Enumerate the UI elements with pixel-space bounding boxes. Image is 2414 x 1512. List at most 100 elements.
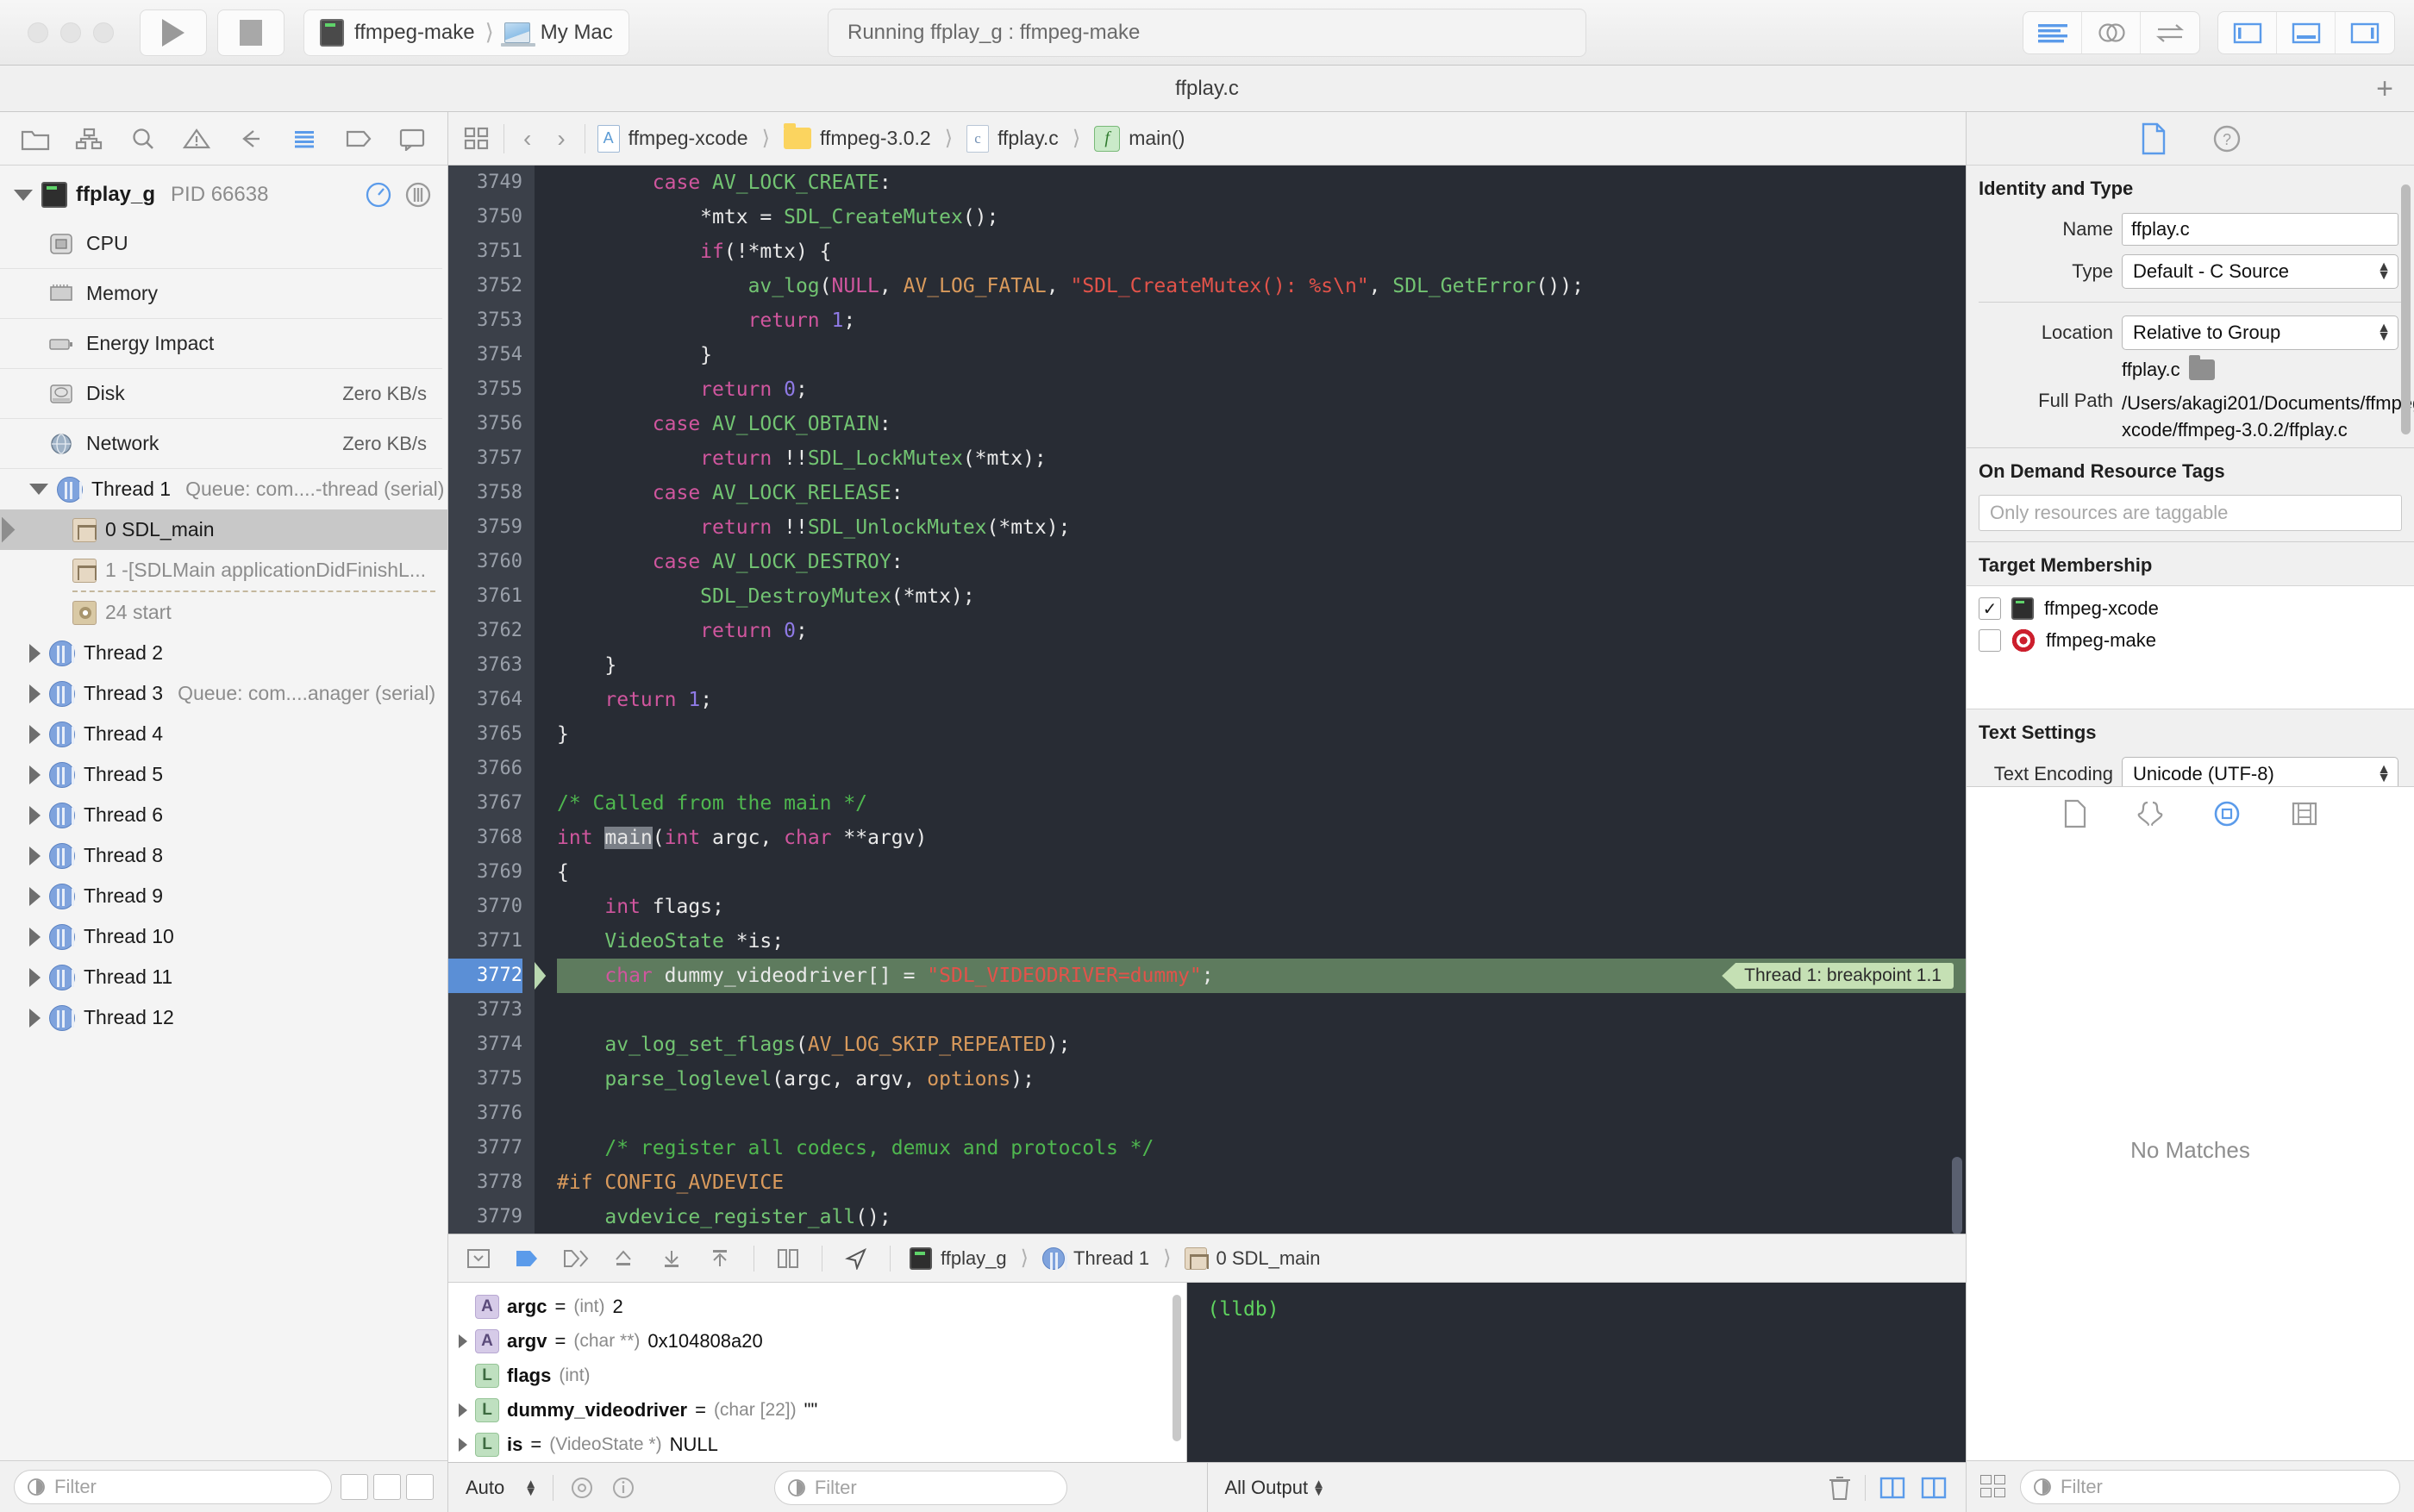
line-number[interactable]: 3770: [448, 890, 522, 924]
disclosure-right-icon[interactable]: [29, 644, 41, 663]
thread-row[interactable]: Thread 9: [0, 876, 447, 916]
variable-scope-selector[interactable]: Auto: [466, 1477, 504, 1499]
trash-icon[interactable]: [1827, 1474, 1853, 1502]
process-row[interactable]: ffplay_g PID 66638: [0, 171, 447, 219]
thread-row[interactable]: Thread 4: [0, 714, 447, 754]
test-navigator-tab[interactable]: [228, 120, 274, 158]
show-console-pane-icon[interactable]: [1919, 1476, 1948, 1500]
variables-view[interactable]: Aargc=(int)2Aargv=(char **)0x104808a20Lf…: [448, 1283, 1187, 1462]
breadcrumb-group[interactable]: ffmpeg-3.0.2: [820, 127, 931, 150]
scheme-selector[interactable]: ffmpeg-make ⟩ My Mac: [303, 9, 629, 56]
related-items-icon[interactable]: [462, 125, 491, 153]
code-line[interactable]: #if CONFIG_AVDEVICE: [557, 1165, 1966, 1200]
code-line[interactable]: parse_loglevel(argc, argv, options);: [557, 1062, 1966, 1097]
step-into-button[interactable]: [609, 1246, 638, 1271]
thread-row[interactable]: Thread 10: [0, 916, 447, 957]
code-line[interactable]: *mtx = SDL_CreateMutex();: [557, 200, 1966, 234]
version-editor-button[interactable]: [2141, 12, 2199, 53]
choose-folder-icon[interactable]: [2189, 359, 2215, 380]
scope-stepper-icon[interactable]: ▲▼: [524, 1480, 537, 1496]
line-number[interactable]: 3760: [448, 545, 522, 579]
code-line[interactable]: if(!*mtx) {: [557, 234, 1966, 269]
gauge-row-memory[interactable]: Memory: [0, 269, 442, 319]
breadcrumb-project[interactable]: ffmpeg-xcode: [629, 127, 748, 150]
watch-eye-icon[interactable]: [569, 1475, 595, 1501]
thread-row[interactable]: Thread 1 Queue: com....-thread (serial): [0, 469, 447, 509]
inspector-scrollbar[interactable]: [2401, 184, 2411, 434]
library-grid-view-button[interactable]: [1980, 1475, 2008, 1499]
stop-button[interactable]: [217, 9, 285, 56]
line-number[interactable]: 3779: [448, 1200, 522, 1234]
code-line[interactable]: return 0;: [557, 372, 1966, 407]
output-stepper-icon[interactable]: ▲▼: [1312, 1480, 1325, 1496]
code-line[interactable]: }: [557, 648, 1966, 683]
line-number[interactable]: 3751: [448, 234, 522, 269]
line-number[interactable]: 3754: [448, 338, 522, 372]
code-snippet-library-icon[interactable]: [2136, 799, 2164, 828]
info-icon[interactable]: [610, 1475, 636, 1501]
toggle-debug-area-button[interactable]: [2277, 12, 2336, 53]
toggle-inspector-button[interactable]: [2336, 12, 2394, 53]
code-line[interactable]: avdevice_register_all();: [557, 1200, 1966, 1234]
disclosure-right-icon[interactable]: [29, 847, 41, 865]
line-number[interactable]: 3752: [448, 269, 522, 303]
assistant-editor-button[interactable]: [2082, 12, 2141, 53]
thread-view-icon[interactable]: [404, 181, 432, 209]
step-out-button[interactable]: [657, 1246, 686, 1271]
variable-row[interactable]: Lflags(int): [448, 1359, 1186, 1393]
code-line[interactable]: VideoState *is;: [557, 924, 1966, 959]
code-line[interactable]: case AV_LOCK_OBTAIN:: [557, 407, 1966, 441]
go-back-button[interactable]: ‹: [516, 125, 538, 153]
step-up-button[interactable]: [705, 1246, 735, 1271]
zoom-button[interactable]: [93, 22, 114, 43]
line-number[interactable]: 3776: [448, 1097, 522, 1131]
hide-debug-area-button[interactable]: [464, 1246, 493, 1271]
standard-editor-button[interactable]: [2023, 12, 2082, 53]
step-over-button[interactable]: [560, 1246, 590, 1271]
gauge-row-network[interactable]: Network Zero KB/s: [0, 419, 442, 469]
code-line[interactable]: int main(int argc, char **argv): [557, 821, 1966, 855]
object-library-icon[interactable]: [2212, 799, 2242, 828]
code-line[interactable]: [557, 1097, 1966, 1131]
thread-row[interactable]: Thread 8: [0, 835, 447, 876]
code-line[interactable]: av_log(NULL, AV_LOG_FATAL, "SDL_CreateMu…: [557, 269, 1966, 303]
location-select[interactable]: Relative to Group ▲▼: [2122, 316, 2398, 350]
code-line[interactable]: int flags;: [557, 890, 1966, 924]
disclosure-down-icon[interactable]: [29, 484, 48, 495]
text-encoding-select[interactable]: Unicode (UTF-8) ▲▼: [2122, 757, 2398, 786]
project-navigator-tab[interactable]: [12, 120, 59, 158]
line-number[interactable]: 3777: [448, 1131, 522, 1165]
code-line[interactable]: [557, 752, 1966, 786]
code-line[interactable]: char dummy_videodriver[] = "SDL_VIDEODRI…: [557, 959, 1966, 993]
type-select[interactable]: Default - C Source ▲▼: [2122, 254, 2398, 289]
filter-by-crash-button[interactable]: [341, 1474, 368, 1500]
breadcrumb-symbol[interactable]: main(): [1129, 127, 1185, 150]
line-number[interactable]: 3757: [448, 441, 522, 476]
code-line[interactable]: /* register all codecs, demux and protoc…: [557, 1131, 1966, 1165]
code-line[interactable]: return !!SDL_LockMutex(*mtx);: [557, 441, 1966, 476]
console-view[interactable]: (lldb): [1187, 1283, 1967, 1462]
continue-button[interactable]: [512, 1246, 541, 1271]
disclosure-right-icon[interactable]: [29, 806, 41, 825]
line-number[interactable]: 3762: [448, 614, 522, 648]
code-line[interactable]: return 1;: [557, 683, 1966, 717]
code-line[interactable]: }: [557, 338, 1966, 372]
target-checkbox-unchecked[interactable]: [1979, 629, 2001, 652]
line-number[interactable]: 3775: [448, 1062, 522, 1097]
line-number[interactable]: 3772: [448, 959, 522, 993]
thread-row[interactable]: Thread 5: [0, 754, 447, 795]
name-input[interactable]: ffplay.c: [2122, 213, 2398, 246]
thread-row[interactable]: Thread 6: [0, 795, 447, 835]
disclosure-right-icon[interactable]: [29, 887, 41, 906]
close-button[interactable]: [28, 22, 48, 43]
code-line[interactable]: case AV_LOCK_DESTROY:: [557, 545, 1966, 579]
debug-crumb-thread[interactable]: Thread 1: [1073, 1247, 1149, 1270]
code-line[interactable]: return 0;: [557, 614, 1966, 648]
variable-row[interactable]: Ldummy_videodriver=(char [22])"": [448, 1393, 1186, 1428]
code-line[interactable]: {: [557, 855, 1966, 890]
navigator-filter-input[interactable]: Filter: [14, 1470, 332, 1504]
line-number[interactable]: 3759: [448, 510, 522, 545]
line-number[interactable]: 3769: [448, 855, 522, 890]
code-line[interactable]: /* Called from the main */: [557, 786, 1966, 821]
variables-scrollbar[interactable]: [1173, 1295, 1181, 1441]
